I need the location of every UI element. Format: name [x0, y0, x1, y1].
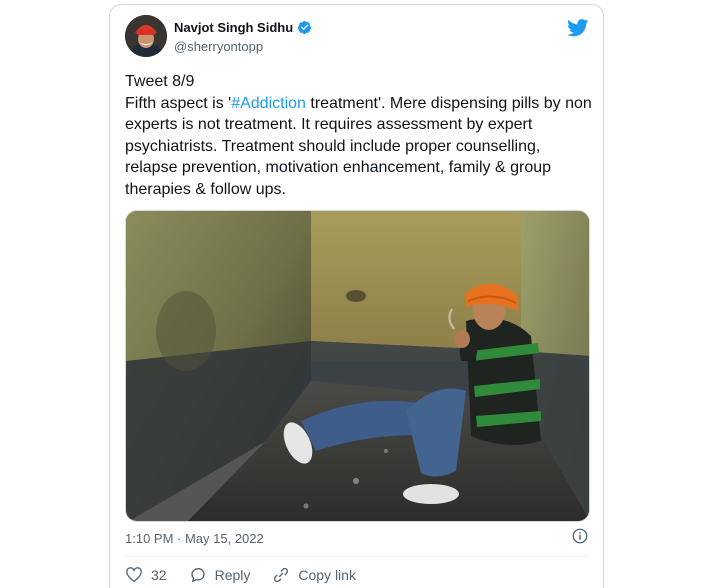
copy-link-label: Copy link — [298, 567, 356, 583]
tweet-photo[interactable] — [125, 210, 590, 522]
tweet-photo-image — [126, 211, 589, 521]
heart-icon — [126, 567, 142, 583]
author-name[interactable]: Navjot Singh Sidhu — [174, 20, 293, 35]
link-icon — [274, 567, 289, 583]
like-button[interactable]: 32 — [125, 566, 167, 584]
reply-button[interactable]: Reply — [189, 566, 251, 584]
tweet-card[interactable]: Navjot Singh Sidhu @sherryontopp Tweet 8… — [109, 4, 604, 588]
reply-label: Reply — [214, 567, 251, 583]
copy-link-button[interactable]: Copy link — [272, 566, 356, 584]
hashtag-link[interactable]: #Addiction — [231, 95, 306, 112]
divider — [125, 556, 588, 557]
action-bar: 32 Reply Copy link — [125, 566, 378, 584]
info-icon[interactable] — [571, 527, 589, 545]
author-handle[interactable]: @sherryontopp — [174, 39, 263, 54]
tweet-text: Tweet 8/9 Fifth aspect is '#Addiction tr… — [125, 71, 595, 200]
twitter-bird-icon[interactable] — [567, 19, 589, 37]
reply-bubble-icon — [190, 568, 205, 583]
tweet-timestamp[interactable]: 1:10 PM · May 15, 2022 — [125, 531, 264, 546]
avatar[interactable] — [125, 15, 167, 57]
like-count: 32 — [151, 567, 167, 583]
tweet-text-before: Tweet 8/9 Fifth aspect is ' — [125, 73, 232, 112]
verified-badge-icon — [298, 20, 312, 35]
author-name-row[interactable]: Navjot Singh Sidhu — [174, 20, 312, 35]
avatar-image — [125, 15, 167, 57]
